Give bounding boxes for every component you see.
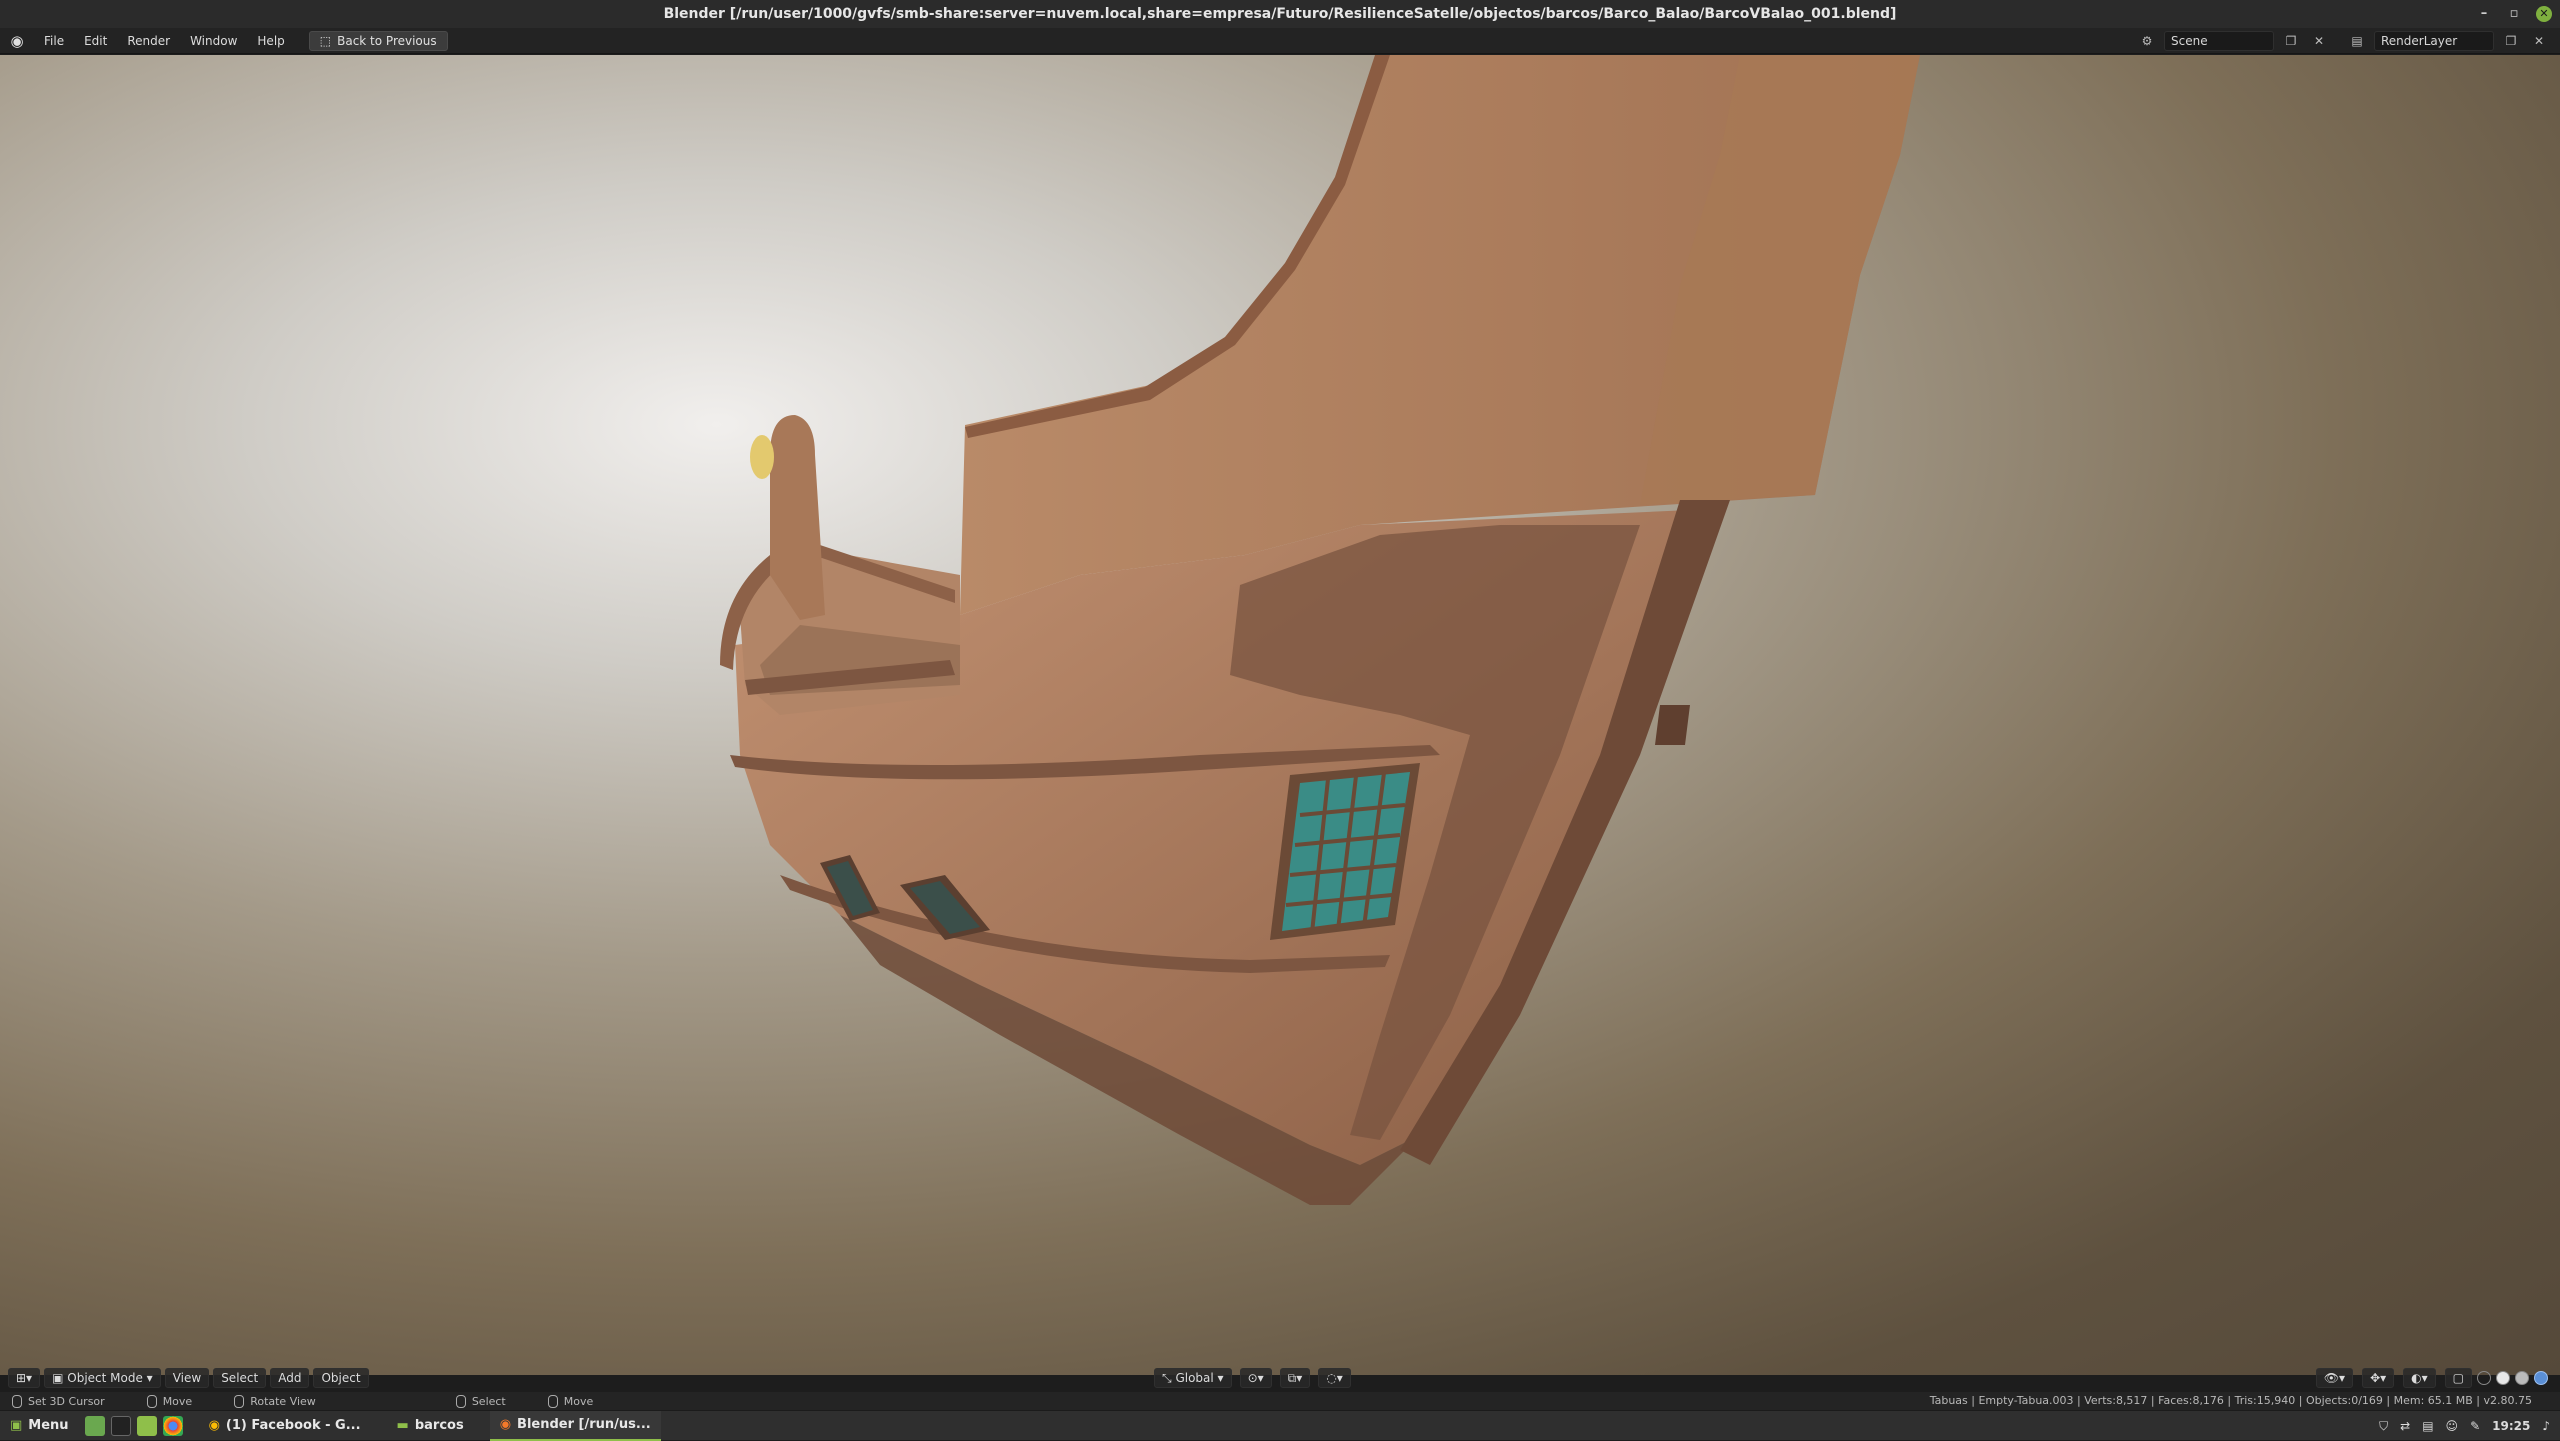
3d-viewport[interactable]: [0, 55, 2560, 1375]
gizmo-icon[interactable]: ✥▾: [2362, 1368, 2395, 1388]
task-label: (1) Facebook - G...: [225, 1417, 361, 1433]
back-icon: ⬚: [319, 33, 332, 48]
maximize-icon[interactable]: ▫: [2506, 6, 2522, 22]
statusbar: Set 3D Cursor Move Rotate View Select Mo…: [0, 1392, 2560, 1410]
menu-edit[interactable]: Edit: [74, 34, 117, 48]
hint-label: Move: [162, 1394, 193, 1408]
hint-set-3d-cursor: Set 3D Cursor: [12, 1394, 105, 1408]
window-title: Blender [/run/user/1000/gvfs/smb-share:s…: [663, 6, 1897, 22]
object-mode-icon: ▣: [52, 1371, 64, 1385]
lantern: [750, 435, 774, 479]
snap-icon[interactable]: ⧉▾: [1279, 1368, 1311, 1388]
pivot-icon[interactable]: ⊙▾: [1239, 1368, 1272, 1388]
hint-label: Move: [563, 1394, 594, 1408]
scene-field[interactable]: Scene: [2164, 31, 2274, 51]
clipboard-icon[interactable]: ▤: [2422, 1419, 2433, 1433]
top-menubar: ◉ File Edit Render Window Help ⬚ Back to…: [0, 28, 2560, 54]
mode-label: Object Mode: [67, 1371, 143, 1385]
render-layer-field[interactable]: RenderLayer: [2374, 31, 2494, 51]
folder-icon: ▬: [396, 1417, 409, 1433]
object-menu[interactable]: Object: [313, 1368, 369, 1388]
mint-logo-icon: ▣: [10, 1418, 23, 1433]
orientation-icon: ⤡: [1162, 1371, 1172, 1385]
view-menu[interactable]: View: [164, 1368, 210, 1388]
scene-selectors: ⚙ Scene ❐ ✕ ▤ RenderLayer ❐ ✕: [2136, 28, 2550, 54]
mouse-right-icon: [455, 1394, 466, 1408]
viewport-header: ⊞▾ ▣ Object Mode ▾ View Select Add Objec…: [0, 1366, 2560, 1390]
hint-label: Rotate View: [250, 1394, 316, 1408]
system-tray: ⛉ ⇄ ▤ ☺ ✎ 19:25 ♪: [2379, 1411, 2550, 1441]
mode-dropdown[interactable]: ▣ Object Mode ▾: [44, 1368, 161, 1388]
wireframe-shading-icon[interactable]: [2477, 1371, 2491, 1385]
mouse-middle-icon: [234, 1394, 245, 1408]
hint-select: Select: [455, 1394, 506, 1408]
task-barcos[interactable]: ▬ barcos: [387, 1411, 474, 1441]
rendered-shading-icon[interactable]: [2534, 1371, 2548, 1385]
chevron-down-icon: ▾: [146, 1371, 153, 1385]
proportional-edit-icon[interactable]: ◌▾: [1318, 1368, 1351, 1388]
solid-shading-icon[interactable]: [2496, 1371, 2510, 1385]
back-to-previous-button[interactable]: ⬚ Back to Previous: [308, 30, 448, 51]
files-icon[interactable]: [136, 1415, 157, 1436]
mouse-left-icon: [12, 1394, 22, 1408]
render-layer-icon[interactable]: ▤: [2346, 31, 2368, 51]
scene-icon[interactable]: ⚙: [2136, 31, 2158, 51]
menu-help[interactable]: Help: [247, 34, 294, 48]
user-icon[interactable]: ☺: [2446, 1419, 2459, 1433]
clock[interactable]: 19:25: [2492, 1419, 2530, 1433]
network-icon[interactable]: ⇄: [2400, 1419, 2410, 1433]
hint-label: Set 3D Cursor: [28, 1394, 105, 1408]
task-label: Blender [/run/us...: [517, 1416, 651, 1432]
window-titlebar: Blender [/run/user/1000/gvfs/smb-share:s…: [0, 0, 2560, 28]
add-menu[interactable]: Add: [270, 1368, 310, 1388]
hint-move-2: Move: [547, 1394, 594, 1408]
blender-logo-icon[interactable]: ◉: [0, 32, 34, 50]
scene-statistics: Tabuas | Empty-Tabua.003 | Verts:8,517 |…: [1929, 1394, 2532, 1407]
rudder: [1655, 705, 1690, 745]
new-render-layer-icon[interactable]: ❐: [2500, 31, 2522, 51]
menu-file[interactable]: File: [34, 34, 74, 48]
editor-type-icon[interactable]: ⊞▾: [8, 1368, 41, 1388]
hint-move: Move: [146, 1394, 193, 1408]
pen-icon[interactable]: ✎: [2470, 1419, 2480, 1433]
shield-icon[interactable]: ⛉: [2379, 1419, 2388, 1434]
delete-render-layer-icon[interactable]: ✕: [2528, 31, 2550, 51]
chevron-down-icon: ▾: [1217, 1371, 1224, 1385]
blender-icon: ◉: [499, 1416, 512, 1432]
start-menu-button[interactable]: ▣ Menu: [0, 1418, 79, 1433]
os-taskbar: ▣ Menu ◉ (1) Facebook - G... ▬ barcos ◉ …: [0, 1410, 2560, 1441]
back-to-previous-label: Back to Previous: [337, 33, 437, 48]
xray-icon[interactable]: ▢: [2444, 1368, 2472, 1388]
orientation-dropdown[interactable]: ⤡ Global ▾: [1154, 1368, 1232, 1388]
close-icon[interactable]: ✕: [2536, 6, 2552, 22]
shading-controls: 👁▾ ✥▾ ◐▾ ▢: [2312, 1366, 2548, 1390]
task-facebook[interactable]: ◉ (1) Facebook - G...: [199, 1411, 371, 1441]
new-scene-icon[interactable]: ❐: [2280, 31, 2302, 51]
notification-icon[interactable]: ♪: [2542, 1419, 2550, 1433]
select-menu[interactable]: Select: [213, 1368, 267, 1388]
orientation-label: Global: [1175, 1371, 1214, 1385]
transform-tools: ⤡ Global ▾ ⊙▾ ⧉▾ ◌▾: [1150, 1366, 1351, 1390]
ship-render: [720, 55, 1920, 1205]
start-menu-label: Menu: [28, 1418, 69, 1433]
task-label: barcos: [414, 1417, 464, 1433]
menu-window[interactable]: Window: [180, 34, 247, 48]
hint-rotate-view: Rotate View: [234, 1394, 316, 1408]
window-controls: – ▫ ✕: [2476, 0, 2552, 28]
chrome-icon: ◉: [208, 1417, 220, 1433]
minimize-icon[interactable]: –: [2476, 6, 2492, 22]
hint-label: Select: [471, 1394, 506, 1408]
chrome-icon[interactable]: [162, 1415, 183, 1436]
delete-scene-icon[interactable]: ✕: [2308, 31, 2330, 51]
mouse-drag-icon: [547, 1394, 558, 1408]
mouse-drag-icon: [146, 1394, 157, 1408]
menu-render[interactable]: Render: [117, 34, 180, 48]
material-shading-icon[interactable]: [2515, 1371, 2529, 1385]
overlay-icon[interactable]: ◐▾: [2403, 1368, 2436, 1388]
terminal-icon[interactable]: [110, 1415, 131, 1436]
visibility-icon[interactable]: 👁▾: [2315, 1368, 2354, 1388]
task-blender[interactable]: ◉ Blender [/run/us...: [489, 1410, 661, 1441]
show-desktop-icon[interactable]: [84, 1415, 105, 1436]
